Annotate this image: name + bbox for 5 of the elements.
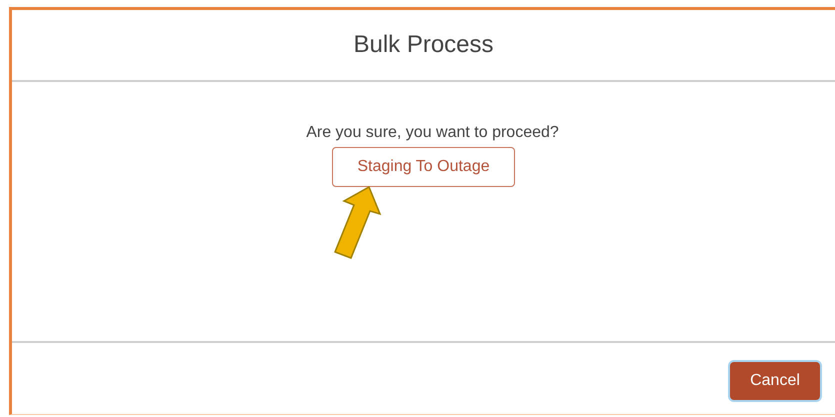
cancel-button[interactable]: Cancel bbox=[730, 362, 820, 400]
pointer-arrow-icon bbox=[332, 186, 382, 260]
confirm-message: Are you sure, you want to proceed? bbox=[306, 124, 559, 142]
staging-to-outage-button[interactable]: Staging To Outage bbox=[332, 147, 515, 187]
dialog-title: Bulk Process bbox=[353, 31, 494, 59]
